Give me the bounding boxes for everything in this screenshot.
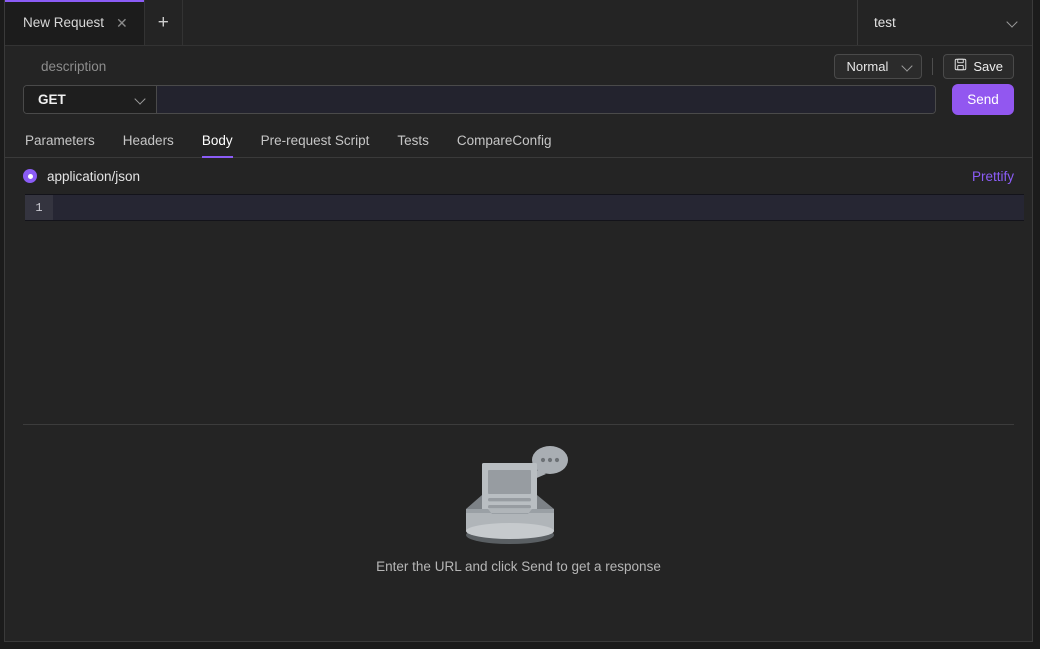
url-input[interactable]: [157, 86, 935, 113]
url-row: GET Send: [23, 82, 1014, 115]
http-method-selector[interactable]: GET: [24, 86, 157, 113]
environment-value: test: [874, 15, 896, 30]
plus-icon[interactable]: +: [144, 0, 183, 45]
content-type-label: application/json: [47, 168, 141, 184]
content-type-option[interactable]: application/json: [23, 169, 140, 184]
send-button[interactable]: Send: [952, 84, 1014, 115]
environment-selector[interactable]: test: [857, 0, 1032, 45]
tab-compareconfig[interactable]: CompareConfig: [443, 129, 566, 157]
request-pane-filler: [5, 221, 1032, 424]
body-content-type-row: application/json Prettify: [5, 158, 1032, 194]
toolbar-separator: [932, 57, 934, 75]
save-disk-icon: [954, 58, 967, 74]
tab-headers[interactable]: Headers: [109, 129, 188, 157]
inbox-tray-message-illustration: [454, 439, 584, 549]
tab-tests[interactable]: Tests: [383, 129, 443, 157]
editor-line-number: 1: [25, 195, 53, 220]
response-pane: Enter the URL and click Send to get a re…: [5, 424, 1032, 641]
tab-strip-spacer: [183, 0, 857, 45]
description-row: Normal Save: [23, 46, 1014, 82]
tab-pre-request-script[interactable]: Pre-request Script: [247, 129, 384, 157]
editor-line-content[interactable]: [53, 195, 1024, 220]
http-method-value: GET: [38, 92, 66, 107]
chevron-down-icon: [1007, 17, 1018, 28]
request-actions: Normal Save: [834, 53, 1014, 79]
tab-body[interactable]: Body: [188, 129, 247, 158]
save-button[interactable]: Save: [943, 53, 1014, 79]
api-client-window: New Request ✕ + test Normal: [4, 0, 1033, 642]
request-pane: Normal Save: [5, 46, 1032, 115]
save-button-label: Save: [973, 58, 1003, 74]
request-tab-label: New Request: [23, 15, 105, 30]
request-mode-value: Normal: [846, 58, 889, 74]
radio-selected-icon[interactable]: [23, 169, 37, 183]
response-empty-message: Enter the URL and click Send to get a re…: [376, 558, 661, 574]
chevron-down-icon: [135, 94, 146, 105]
prettify-button[interactable]: Prettify: [972, 169, 1014, 184]
close-icon[interactable]: ✕: [114, 14, 130, 32]
body-code-editor[interactable]: 1: [25, 194, 1024, 221]
request-tab-strip: New Request ✕ + test: [5, 0, 1032, 46]
request-tab-new-request[interactable]: New Request ✕: [5, 0, 145, 45]
tab-parameters[interactable]: Parameters: [23, 129, 109, 157]
request-section-tabs: Parameters Headers Body Pre-request Scri…: [5, 129, 1032, 158]
url-group: GET: [23, 85, 936, 114]
chevron-down-icon: [902, 61, 913, 72]
request-mode-selector[interactable]: Normal: [834, 53, 923, 79]
request-tab-list: New Request ✕ +: [5, 0, 183, 45]
description-input[interactable]: [23, 54, 443, 78]
